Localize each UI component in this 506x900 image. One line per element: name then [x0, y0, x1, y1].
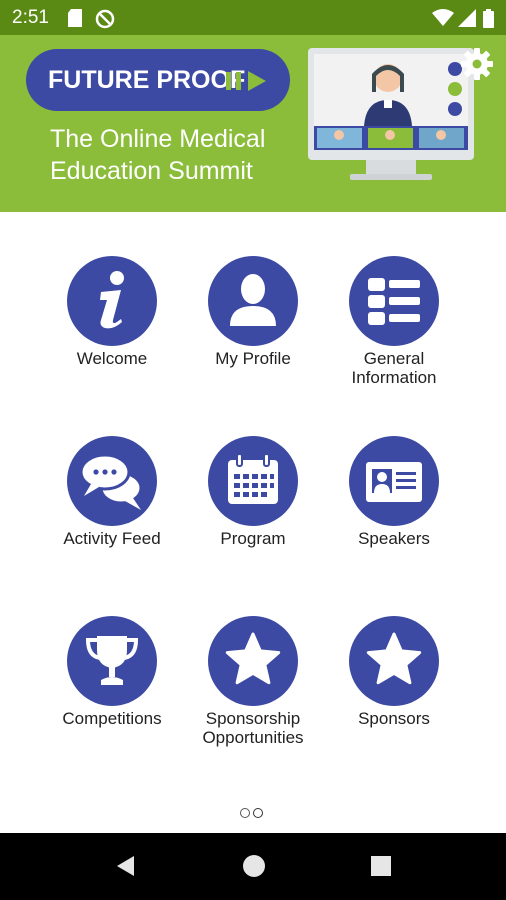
- menu-item-sponsors[interactable]: Sponsors: [314, 616, 474, 728]
- star-icon: [225, 632, 281, 685]
- sponsorship-opportunities-label-line-2: Opportunities: [202, 728, 304, 747]
- speakers-label: Speakers: [358, 529, 430, 548]
- sd-card-icon: [68, 9, 82, 32]
- menu-item-program[interactable]: Program: [173, 436, 333, 548]
- subtitle-line-2: Education Summit: [50, 157, 253, 185]
- trophy-icon: [85, 636, 139, 685]
- star-icon: [366, 632, 422, 685]
- sponsors-label: Sponsors: [358, 709, 430, 728]
- menu-item-speakers[interactable]: Speakers: [314, 436, 474, 548]
- menu-item-welcome[interactable]: Welcome: [32, 256, 192, 368]
- event-banner: FUTURE PROOF The Online Medical Educatio…: [0, 35, 506, 212]
- home-icon[interactable]: [242, 854, 266, 883]
- my-profile-button[interactable]: [208, 256, 298, 346]
- page-dot-2[interactable]: [253, 808, 263, 818]
- general-information-label-line-1: General: [363, 349, 425, 368]
- activity-feed-button[interactable]: [67, 436, 157, 526]
- menu-item-activity-feed[interactable]: Activity Feed: [32, 436, 192, 548]
- sponsorship-opportunities-button[interactable]: [208, 616, 298, 706]
- activity-feed-label: Activity Feed: [63, 529, 161, 548]
- wifi-icon: [432, 9, 454, 32]
- page-dot-1[interactable]: [240, 808, 250, 818]
- back-icon[interactable]: [114, 854, 138, 883]
- welcome-label: Welcome: [76, 349, 148, 368]
- calendar-icon: [228, 453, 278, 504]
- video-call-illustration: [308, 48, 474, 180]
- play-mark-icon: [226, 71, 266, 91]
- brand-logo: FUTURE PROOF: [26, 49, 290, 111]
- chat-icon: [79, 453, 143, 510]
- welcome-button[interactable]: [67, 256, 157, 346]
- status-time: 2:51: [12, 7, 49, 28]
- no-sync-icon: [95, 9, 115, 34]
- banner-subtitle: The Online Medical Education Summit: [50, 123, 265, 187]
- sponsorship-opportunities-label: Sponsorship Opportunities: [173, 709, 333, 747]
- menu-item-competitions[interactable]: Competitions: [32, 616, 192, 728]
- info-icon: [100, 271, 124, 329]
- sponsorship-opportunities-label-line-1: Sponsorship: [205, 709, 301, 728]
- program-button[interactable]: [208, 436, 298, 526]
- brand-name: FUTURE PROOF: [48, 66, 246, 94]
- competitions-label: Competitions: [62, 709, 162, 728]
- id-card-icon: [366, 462, 422, 502]
- my-profile-label: My Profile: [215, 349, 291, 368]
- subtitle-line-1: The Online Medical: [50, 125, 266, 153]
- menu-item-general-information[interactable]: General Information: [314, 256, 474, 387]
- speakers-button[interactable]: [349, 436, 439, 526]
- general-information-button[interactable]: [349, 256, 439, 346]
- general-information-label: General Information: [314, 349, 474, 387]
- battery-icon: [483, 9, 494, 33]
- settings-gear-icon[interactable]: [460, 47, 494, 86]
- competitions-button[interactable]: [67, 616, 157, 706]
- menu-item-sponsorship-opportunities[interactable]: Sponsorship Opportunities: [173, 616, 333, 747]
- person-icon: [230, 274, 276, 326]
- navigation-bar: [0, 833, 506, 900]
- sponsors-button[interactable]: [349, 616, 439, 706]
- program-label: Program: [220, 529, 286, 548]
- signal-icon: [458, 9, 476, 32]
- general-information-label-line-2: Information: [351, 368, 437, 387]
- menu-item-my-profile[interactable]: My Profile: [173, 256, 333, 368]
- status-bar: 2:51: [0, 0, 506, 35]
- recents-icon[interactable]: [369, 854, 393, 883]
- list-icon: [368, 278, 420, 325]
